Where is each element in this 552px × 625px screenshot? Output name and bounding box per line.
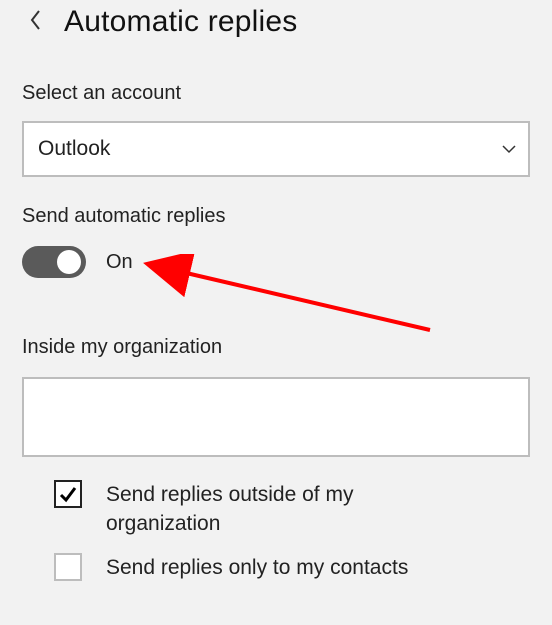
back-button[interactable] bbox=[16, 2, 56, 42]
chevron-left-icon bbox=[28, 9, 44, 36]
account-label: Select an account bbox=[22, 82, 530, 105]
contacts-only-checkbox[interactable] bbox=[54, 553, 82, 581]
account-selected-value: Outlook bbox=[38, 137, 110, 161]
inside-org-textarea[interactable] bbox=[22, 377, 530, 457]
page-title: Automatic replies bbox=[64, 5, 298, 39]
inside-org-label: Inside my organization bbox=[22, 336, 530, 359]
send-outside-label: Send replies outside of my organization bbox=[106, 480, 466, 539]
auto-reply-label: Send automatic replies bbox=[22, 205, 530, 228]
auto-reply-state: On bbox=[106, 251, 133, 274]
toggle-knob bbox=[57, 250, 81, 274]
account-select[interactable]: Outlook bbox=[22, 121, 530, 177]
auto-reply-toggle[interactable] bbox=[22, 246, 86, 278]
contacts-only-label: Send replies only to my contacts bbox=[106, 553, 408, 582]
send-outside-checkbox[interactable] bbox=[54, 480, 82, 508]
check-icon bbox=[58, 484, 78, 504]
